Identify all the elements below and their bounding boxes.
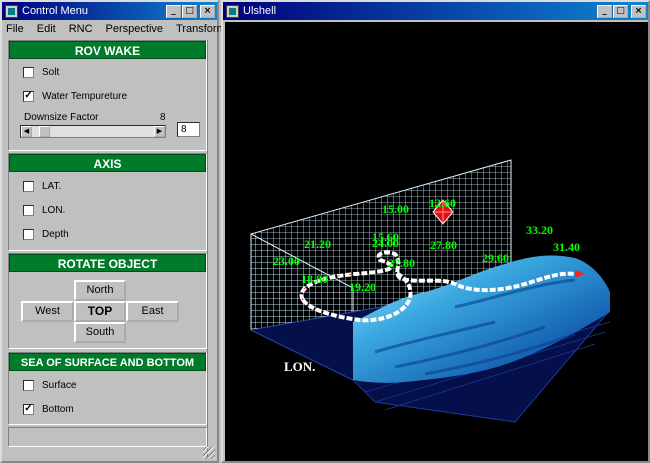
maximize-button[interactable]: □ — [182, 4, 197, 18]
temp-label: 23.00 — [273, 254, 300, 268]
slider-left-arrow[interactable]: ◀ — [21, 126, 32, 137]
temp-label: 12.60 — [429, 196, 456, 210]
slider-thumb[interactable] — [39, 126, 50, 137]
menu-transform[interactable]: Transform — [176, 23, 226, 35]
sea-panel: SEA OF SURFACE AND BOTTOM Surface ✓ Bott… — [8, 352, 207, 425]
maximize-button[interactable]: □ — [613, 4, 628, 18]
temp-label: 21.20 — [304, 237, 331, 251]
depth-label: Depth — [42, 229, 69, 240]
close-button[interactable]: × — [200, 4, 215, 18]
menu-rnc[interactable]: RNC — [69, 23, 93, 35]
menu-bar: File Edit RNC Perspective Transform — [2, 20, 226, 38]
menu-edit[interactable]: Edit — [37, 23, 56, 35]
temp-label: 31.40 — [553, 240, 580, 254]
temp-label: 27.80 — [430, 238, 457, 252]
lat-label: LAT. — [42, 181, 62, 192]
depth-option[interactable]: Depth — [23, 229, 69, 240]
minimize-button[interactable]: _ — [166, 4, 181, 18]
water-temp-label: Water Tempureture — [42, 91, 128, 102]
salt-label: Solt — [42, 67, 60, 78]
slider-right-arrow[interactable]: ▶ — [154, 126, 165, 137]
surface-label: Surface — [42, 380, 77, 391]
depth-checkbox[interactable] — [23, 229, 34, 240]
empty-panel — [8, 427, 207, 447]
menu-file[interactable]: File — [6, 23, 24, 35]
app-icon — [226, 4, 239, 18]
water-temp-option[interactable]: ✓ Water Tempureture — [23, 91, 127, 102]
control-body: ROV WAKE Solt ✓ Water Tempureture Downsi… — [4, 40, 207, 458]
downsize-current-value: 8 — [160, 112, 166, 123]
surface-checkbox[interactable] — [23, 380, 34, 391]
west-button[interactable]: West — [21, 301, 74, 322]
minimize-button[interactable]: _ — [597, 4, 612, 18]
ulshell-titlebar[interactable]: Ulshell _ □ × — [223, 2, 648, 20]
lon-option[interactable]: LON. — [23, 205, 65, 216]
salt-option[interactable]: Solt — [23, 67, 59, 78]
vertical-scrollbar[interactable] — [207, 40, 217, 458]
downsize-slider[interactable]: ◀ ▶ — [20, 125, 166, 138]
downsize-factor-label: Downsize Factor — [24, 112, 99, 123]
temp-label: 24.00 — [372, 236, 399, 250]
app-icon — [5, 4, 18, 18]
resize-grip[interactable] — [203, 447, 215, 459]
bottom-checkbox[interactable]: ✓ — [23, 404, 34, 415]
window-title: Ulshell — [243, 5, 277, 17]
control-menu-titlebar[interactable]: Control Menu _ □ × — [2, 2, 217, 20]
ulshell-window: Ulshell _ □ × 33.20 31.40 29.60 27.80 27… — [221, 0, 650, 463]
3d-view-canvas[interactable]: 33.20 31.40 29.60 27.80 27.80 12.60 15.0… — [225, 22, 648, 461]
rotate-title: ROTATE OBJECT — [9, 254, 206, 272]
menu-perspective[interactable]: Perspective — [106, 23, 163, 35]
temp-label: 29.60 — [482, 251, 509, 265]
bottom-label: Bottom — [42, 404, 74, 415]
lon-checkbox[interactable] — [23, 205, 34, 216]
rov-wake-title: ROV WAKE — [9, 41, 206, 59]
lat-option[interactable]: LAT. — [23, 181, 61, 192]
temp-label: 27.80 — [388, 256, 415, 270]
lat-checkbox[interactable] — [23, 181, 34, 192]
close-button[interactable]: × — [631, 4, 646, 18]
lon-axis-label: LON. — [284, 359, 316, 374]
lon-label: LON. — [42, 205, 66, 216]
surface-option[interactable]: Surface — [23, 380, 76, 391]
axis-panel: AXIS LAT. LON. Depth — [8, 153, 207, 251]
east-button[interactable]: East — [126, 301, 179, 322]
temp-label: 15.00 — [382, 202, 409, 216]
axis-title: AXIS — [9, 154, 206, 172]
window-title: Control Menu — [22, 5, 89, 17]
downsize-input[interactable]: 8 — [177, 122, 200, 137]
temp-label: 19.20 — [349, 280, 376, 294]
north-button[interactable]: North — [74, 280, 126, 301]
salt-checkbox[interactable] — [23, 67, 34, 78]
top-button[interactable]: TOP — [74, 301, 126, 322]
temp-label: 18.80 — [301, 272, 328, 286]
temp-label: 33.20 — [526, 223, 553, 237]
control-menu-window: Control Menu _ □ × File Edit RNC Perspec… — [0, 0, 226, 463]
south-button[interactable]: South — [74, 322, 126, 343]
bottom-option[interactable]: ✓ Bottom — [23, 404, 74, 415]
sea-title: SEA OF SURFACE AND BOTTOM — [9, 353, 206, 371]
water-temp-checkbox[interactable]: ✓ — [23, 91, 34, 102]
